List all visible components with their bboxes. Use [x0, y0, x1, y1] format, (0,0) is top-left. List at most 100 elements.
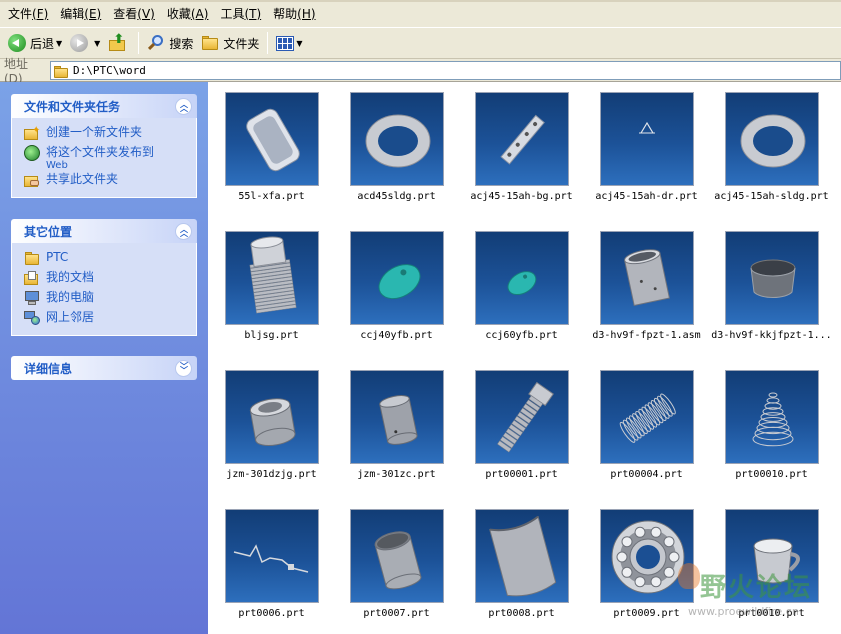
file-item[interactable]: acj45-15ah-sldg.prt	[709, 82, 834, 212]
other-places-header[interactable]: 其它位置 ︿ ︿	[11, 219, 197, 243]
file-thumbnail[interactable]	[350, 92, 444, 186]
file-name[interactable]: jzm-301dzjg.prt	[209, 469, 334, 480]
file-thumbnail[interactable]	[600, 231, 694, 325]
address-path: D:\PTC\word	[73, 64, 146, 77]
place-my-documents[interactable]: 我的文档	[24, 269, 192, 289]
back-dropdown-icon[interactable]: ▼	[56, 39, 62, 48]
expand-down-icon[interactable]: ﹀ ﹀	[175, 359, 192, 377]
file-item[interactable]: prt0008.prt	[459, 499, 584, 629]
file-item[interactable]: jzm-301dzjg.prt	[209, 360, 334, 490]
folders-button[interactable]: 文件夹	[197, 31, 263, 55]
cylinder-part-icon	[624, 249, 671, 307]
file-name[interactable]: jzm-301zc.prt	[334, 469, 459, 480]
file-item[interactable]: jzm-301zc.prt	[334, 360, 459, 490]
file-item[interactable]: prt00010.prt	[709, 360, 834, 490]
place-my-computer[interactable]: 我的电脑	[24, 289, 192, 309]
file-name[interactable]: prt0007.prt	[334, 608, 459, 619]
file-thumbnail[interactable]	[600, 92, 694, 186]
file-thumbnail[interactable]	[600, 509, 694, 603]
file-thumbnail[interactable]	[225, 231, 319, 325]
menu-view[interactable]: 查看(V)	[107, 4, 161, 24]
file-name[interactable]: acj45-15ah-dr.prt	[584, 191, 709, 202]
file-name[interactable]: prt0006.prt	[209, 608, 334, 619]
place-network[interactable]: 网上邻居	[24, 309, 192, 329]
file-name[interactable]: bljsg.prt	[209, 330, 334, 341]
menu-edit[interactable]: 编辑(E)	[54, 4, 107, 24]
file-item[interactable]: bljsg.prt	[209, 221, 334, 351]
up-button[interactable]: ⬆	[104, 31, 134, 55]
file-item[interactable]: d3-hv9f-kkjfpzt-1...	[709, 221, 834, 351]
task-new-folder[interactable]: ✦ 创建一个新文件夹	[24, 124, 192, 144]
file-name[interactable]: acd45sldg.prt	[334, 191, 459, 202]
menu-help[interactable]: 帮助(H)	[267, 4, 321, 24]
file-thumbnail[interactable]	[475, 92, 569, 186]
file-name[interactable]: acj45-15ah-sldg.prt	[709, 191, 834, 202]
file-name[interactable]: 55l-xfa.prt	[209, 191, 334, 202]
file-thumbnail[interactable]	[475, 509, 569, 603]
task-pane: 文件和文件夹任务 ︿ ︿ ✦ 创建一个新文件夹 将这个文件夹发布到 Web 共享此文…	[0, 82, 208, 634]
file-tasks-body: ✦ 创建一个新文件夹 将这个文件夹发布到 Web 共享此文件夹	[11, 118, 197, 198]
window-top-edge	[0, 0, 841, 2]
file-item[interactable]: acj45-15ah-bg.prt	[459, 82, 584, 212]
panel-title: 文件和文件夹任务	[24, 99, 121, 114]
file-thumbnail[interactable]	[725, 231, 819, 325]
file-thumbnail[interactable]	[350, 370, 444, 464]
file-item[interactable]: prt00001.prt	[459, 360, 584, 490]
file-name[interactable]: ccj40yfb.prt	[334, 330, 459, 341]
forward-button[interactable]: ▼	[66, 31, 104, 55]
place-ptc[interactable]: PTC	[24, 249, 192, 269]
task-label: 共享此文件夹	[46, 172, 119, 186]
folder-icon	[201, 34, 219, 52]
search-button[interactable]: 搜索	[143, 31, 197, 55]
panel-title: 详细信息	[24, 361, 73, 376]
file-item[interactable]: prt0006.prt	[209, 499, 334, 629]
back-button[interactable]: 后退 ▼	[4, 31, 66, 55]
file-item[interactable]: d3-hv9f-fpzt-1.asm	[584, 221, 709, 351]
menu-favorites[interactable]: 收藏(A)	[161, 4, 215, 24]
file-item[interactable]: acd45sldg.prt	[334, 82, 459, 212]
file-name[interactable]: prt00010.prt	[709, 469, 834, 480]
details-panel: 详细信息 ﹀ ﹀	[11, 356, 197, 380]
views-dropdown-icon[interactable]: ▼	[296, 39, 302, 48]
file-item[interactable]: 55l-xfa.prt	[209, 82, 334, 212]
file-thumbnail[interactable]	[725, 92, 819, 186]
file-item[interactable]: prt00004.prt	[584, 360, 709, 490]
file-thumbnail[interactable]	[475, 370, 569, 464]
watermark-url: www.proewildfire.cn	[688, 605, 799, 618]
share-folder-icon	[24, 172, 40, 188]
views-button[interactable]: ▼	[272, 31, 306, 55]
file-thumbnail[interactable]	[600, 370, 694, 464]
file-thumbnail[interactable]	[350, 231, 444, 325]
task-share-folder[interactable]: 共享此文件夹	[24, 171, 192, 191]
file-name[interactable]: d3-hv9f-kkjfpzt-1...	[709, 330, 834, 341]
address-input[interactable]: D:\PTC\word	[50, 61, 841, 80]
file-name[interactable]: prt00001.prt	[459, 469, 584, 480]
file-item[interactable]: ccj60yfb.prt	[459, 221, 584, 351]
back-arrow-icon	[8, 34, 26, 52]
file-name[interactable]: d3-hv9f-fpzt-1.asm	[584, 330, 709, 341]
task-publish-web[interactable]: 将这个文件夹发布到 Web	[24, 144, 192, 171]
file-name[interactable]: prt0008.prt	[459, 608, 584, 619]
oval-cyan-part-icon	[378, 264, 421, 300]
collapse-up-icon[interactable]: ︿ ︿	[175, 97, 192, 115]
file-name[interactable]: acj45-15ah-bg.prt	[459, 191, 584, 202]
menu-tools[interactable]: 工具(T)	[214, 4, 267, 24]
file-thumbnail[interactable]	[225, 370, 319, 464]
collapse-up-icon[interactable]: ︿ ︿	[175, 222, 192, 240]
file-name[interactable]: ccj60yfb.prt	[459, 330, 584, 341]
file-thumbnail[interactable]	[225, 92, 319, 186]
file-thumbnail[interactable]	[225, 509, 319, 603]
file-item[interactable]: prt0007.prt	[334, 499, 459, 629]
file-thumbnail[interactable]	[475, 231, 569, 325]
file-item[interactable]: acj45-15ah-dr.prt	[584, 82, 709, 212]
file-thumbnail[interactable]	[350, 509, 444, 603]
place-label: 网上邻居	[46, 310, 95, 324]
forward-dropdown-icon[interactable]: ▼	[94, 39, 100, 48]
file-list: 55l-xfa.prt acd45sldg.prt acj45-15ah-bg.pr…	[208, 82, 841, 634]
file-name[interactable]: prt00004.prt	[584, 469, 709, 480]
menu-file[interactable]: 文件(F)	[2, 4, 54, 24]
file-tasks-header[interactable]: 文件和文件夹任务 ︿ ︿	[11, 94, 197, 118]
details-header[interactable]: 详细信息 ﹀ ﹀	[11, 356, 197, 380]
file-thumbnail[interactable]	[725, 370, 819, 464]
file-item[interactable]: ccj40yfb.prt	[334, 221, 459, 351]
